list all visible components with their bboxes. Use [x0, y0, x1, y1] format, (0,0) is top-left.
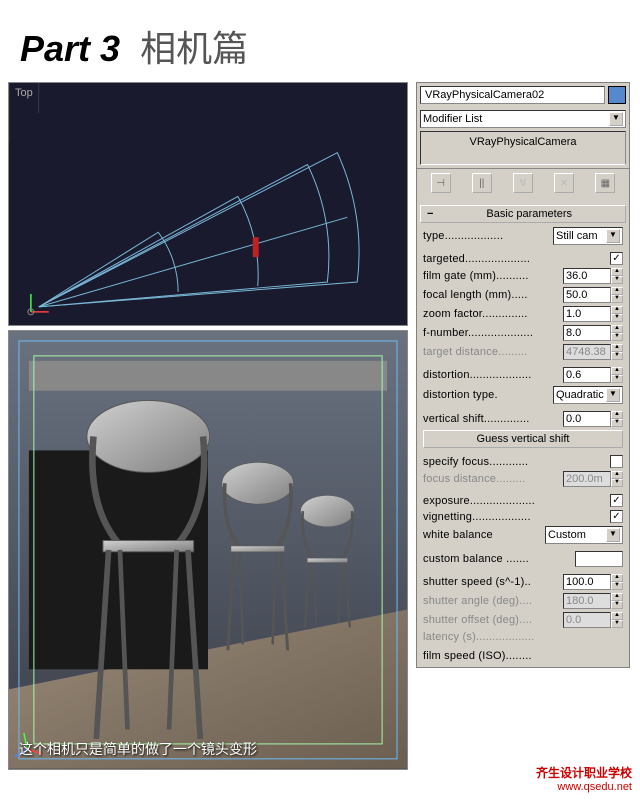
focallength-spinner[interactable]: ▲▼: [611, 287, 623, 303]
wireframe-graphic: [9, 83, 407, 326]
filmspeed-label: film speed (ISO)........: [423, 650, 623, 662]
zoom-label: zoom factor..............: [423, 308, 563, 320]
modify-panel: VRayPhysicalCamera02 Modifier List ▼ VRa…: [416, 82, 630, 668]
distortion-spinner[interactable]: ▲▼: [611, 367, 623, 383]
vshift-input[interactable]: 0.0: [563, 411, 611, 427]
shutteroffset-spinner: ▲▼: [611, 612, 623, 628]
custombal-label: custom balance .......: [423, 553, 575, 565]
focusdist-input: 200.0m: [563, 471, 611, 487]
configure-icon[interactable]: ▦: [595, 173, 615, 193]
shutterangle-label: shutter angle (deg)....: [423, 595, 563, 607]
watermark-text: 齐生设计职业学校: [536, 766, 632, 780]
wb-label: white balance: [423, 529, 545, 541]
fnumber-label: f-number....................: [423, 327, 563, 339]
filmgate-label: film gate (mm)..........: [423, 270, 563, 282]
object-color-swatch[interactable]: [608, 86, 626, 104]
guess-vshift-button[interactable]: Guess vertical shift: [423, 430, 623, 448]
distortion-label: distortion...................: [423, 369, 563, 381]
minus-icon: −: [427, 208, 433, 220]
zoom-spinner[interactable]: ▲▼: [611, 306, 623, 322]
chevron-down-icon: ▼: [609, 112, 623, 126]
custombal-swatch[interactable]: [575, 551, 623, 567]
render-preview: [9, 331, 407, 769]
distortiontype-select[interactable]: Quadratic▼: [553, 386, 623, 404]
pin-stack-icon[interactable]: ⊣: [431, 173, 451, 193]
unique-icon[interactable]: ∀: [513, 173, 533, 193]
rollout-header[interactable]: − Basic parameters: [420, 205, 626, 223]
vignetting-checkbox[interactable]: ✓: [610, 510, 623, 523]
vshift-label: vertical shift..............: [423, 413, 563, 425]
vignetting-label: vignetting..................: [423, 511, 606, 523]
latency-label: latency (s)..................: [423, 631, 623, 643]
zoom-input[interactable]: 1.0: [563, 306, 611, 322]
fnumber-spinner[interactable]: ▲▼: [611, 325, 623, 341]
page-title-subtitle: 相机篇: [140, 20, 248, 72]
filmgate-spinner[interactable]: ▲▼: [611, 268, 623, 284]
type-select[interactable]: Still cam▼: [553, 227, 623, 245]
distortiontype-label: distortion type.: [423, 389, 553, 401]
watermark-url: www.qsedu.net: [536, 781, 632, 794]
filmgate-input[interactable]: 36.0: [563, 268, 611, 284]
focusdist-label: focus distance.........: [423, 473, 563, 485]
object-name-field[interactable]: VRayPhysicalCamera02: [420, 86, 605, 104]
vshift-spinner[interactable]: ▲▼: [611, 411, 623, 427]
targeted-label: targeted....................: [423, 253, 606, 265]
type-label: type..................: [423, 230, 553, 242]
targetdist-spinner: ▲▼: [611, 344, 623, 360]
viewport-perspective[interactable]: VRayPhy... 这个相机只是简单的做了一个镜头变形: [8, 330, 408, 770]
focallength-input[interactable]: 50.0: [563, 287, 611, 303]
modifier-stack-item[interactable]: VRayPhysicalCamera: [420, 131, 626, 165]
chevron-down-icon: ▼: [606, 388, 620, 402]
page-title-part: Part 3: [20, 28, 120, 70]
wb-select[interactable]: Custom▼: [545, 526, 623, 544]
specifyfocus-label: specify focus............: [423, 456, 606, 468]
targetdist-label: target distance.........: [423, 346, 563, 358]
specifyfocus-checkbox[interactable]: [610, 455, 623, 468]
exposure-checkbox[interactable]: ✓: [610, 494, 623, 507]
focallength-label: focal length (mm).....: [423, 289, 563, 301]
chevron-down-icon: ▼: [606, 229, 620, 243]
shutterspeed-input[interactable]: 100.0: [563, 574, 611, 590]
focusdist-spinner: ▲▼: [611, 471, 623, 487]
viewport-top[interactable]: Top: [8, 82, 408, 326]
fnumber-input[interactable]: 8.0: [563, 325, 611, 341]
targeted-checkbox[interactable]: ✓: [610, 252, 623, 265]
watermark: 齐生设计职业学校 www.qsedu.net: [536, 766, 632, 794]
exposure-label: exposure....................: [423, 495, 606, 507]
rollout-title: Basic parameters: [439, 208, 619, 220]
distortion-input[interactable]: 0.6: [563, 367, 611, 383]
shutterangle-input: 180.0: [563, 593, 611, 609]
viewport-caption: 这个相机只是简单的做了一个镜头变形: [19, 739, 257, 759]
shutterspeed-spinner[interactable]: ▲▼: [611, 574, 623, 590]
shutterangle-spinner: ▲▼: [611, 593, 623, 609]
show-end-icon[interactable]: ||: [472, 173, 492, 193]
shutteroffset-label: shutter offset (deg)....: [423, 614, 563, 626]
shutteroffset-input: 0.0: [563, 612, 611, 628]
remove-icon[interactable]: ✕: [554, 173, 574, 193]
shutterspeed-label: shutter speed (s^-1)..: [423, 576, 563, 588]
modifier-list-label: Modifier List: [423, 113, 482, 125]
targetdist-input: 4748.38: [563, 344, 611, 360]
modifier-list-dropdown[interactable]: Modifier List ▼: [420, 110, 626, 128]
chevron-down-icon: ▼: [606, 528, 620, 542]
